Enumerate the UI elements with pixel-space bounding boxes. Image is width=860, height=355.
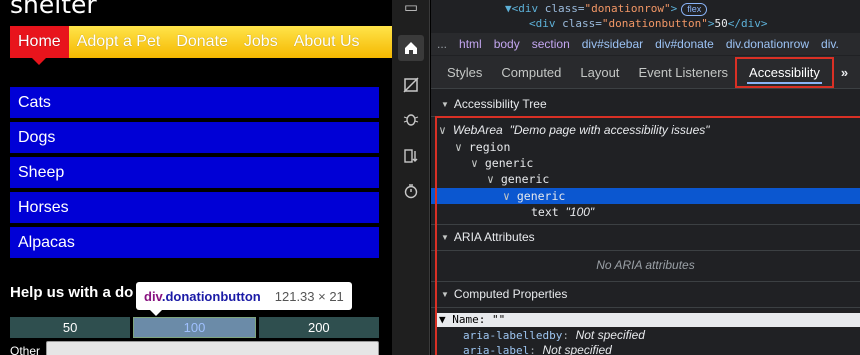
breadcrumb-section[interactable]: section (532, 37, 570, 51)
sidebar-item-horses[interactable]: Horses (10, 192, 379, 223)
donation-button-50[interactable]: 50 (10, 317, 131, 338)
donation-row: 50 100 200 (10, 317, 379, 338)
sidebar-item-cats[interactable]: Cats (10, 87, 379, 118)
tab-styles[interactable]: Styles (447, 56, 482, 89)
collapse-triangle-icon: ▼ (441, 99, 449, 109)
bug-icon[interactable] (398, 106, 424, 132)
flex-badge[interactable]: flex (681, 3, 708, 16)
dom-line-donationbutton[interactable]: <div class="donationbutton">50</div> (529, 17, 767, 30)
top-navigation: Home Adopt a Pet Donate Jobs About Us (10, 26, 392, 65)
tooltip-selector: div.donationbutton (144, 288, 261, 304)
home-icon[interactable] (398, 35, 424, 61)
sidebar-item-dogs[interactable]: Dogs (10, 122, 379, 153)
tab-layout[interactable]: Layout (580, 56, 619, 89)
inspect-tooltip: div.donationbutton 121.33 × 21 (136, 282, 352, 316)
no-device-icon[interactable] (398, 72, 424, 98)
breadcrumb-overflow[interactable]: ... (437, 37, 447, 51)
devtools-activity-bar: ▭ (392, 0, 430, 355)
nav-about-us[interactable]: About Us (286, 26, 368, 58)
other-label: Other (10, 344, 41, 355)
sidebar-item-sheep[interactable]: Sheep (10, 157, 379, 188)
tab-accessibility[interactable]: Accessibility (735, 56, 834, 88)
breadcrumb-donate[interactable]: div#donate (655, 37, 714, 51)
sidebar-item-alpacas[interactable]: Alpacas (10, 227, 379, 258)
nav-adopt-a-pet[interactable]: Adopt a Pet (69, 26, 169, 58)
section-accessibility-tree[interactable]: ▼ Accessibility Tree (431, 92, 860, 116)
page-preview: shelter Home Adopt a Pet Donate Jobs Abo… (0, 0, 392, 355)
sidebar-list: Cats Dogs Sheep Horses Alpacas (10, 87, 379, 262)
donation-button-200[interactable]: 200 (258, 317, 379, 338)
tab-computed[interactable]: Computed (501, 56, 561, 89)
breadcrumb-truncated[interactable]: div. (821, 37, 839, 51)
sort-icon[interactable] (398, 143, 424, 169)
breadcrumb-sidebar[interactable]: div#sidebar (582, 37, 643, 51)
donation-button-100[interactable]: 100 (133, 317, 256, 338)
nav-home[interactable]: Home (10, 26, 69, 65)
devtools-tabs: Styles Computed Layout Event Listeners A… (431, 56, 860, 89)
dom-tree: ▼<div class="donationrow"> flex <div clas… (431, 0, 860, 32)
donate-heading: Help us with a do (10, 284, 134, 301)
breadcrumb-html[interactable]: html (459, 37, 482, 51)
nav-donate[interactable]: Donate (168, 26, 236, 58)
breadcrumb: ... html body section div#sidebar div#do… (431, 33, 860, 55)
accessibility-panel-highlight-frame (435, 116, 860, 355)
panel-icon[interactable]: ▭ (398, 0, 424, 20)
tab-event-listeners[interactable]: Event Listeners (638, 56, 728, 89)
dom-line-donationrow[interactable]: ▼<div class="donationrow"> flex (505, 2, 708, 16)
tooltip-size: 121.33 × 21 (274, 288, 344, 304)
other-amount-input[interactable] (46, 341, 379, 355)
more-tabs-button[interactable]: » (841, 56, 848, 89)
breadcrumb-donationrow[interactable]: div.donationrow (726, 37, 809, 51)
timer-icon[interactable] (398, 178, 424, 204)
nav-jobs[interactable]: Jobs (236, 26, 286, 58)
breadcrumb-body[interactable]: body (494, 37, 520, 51)
site-title: shelter (10, 0, 97, 19)
